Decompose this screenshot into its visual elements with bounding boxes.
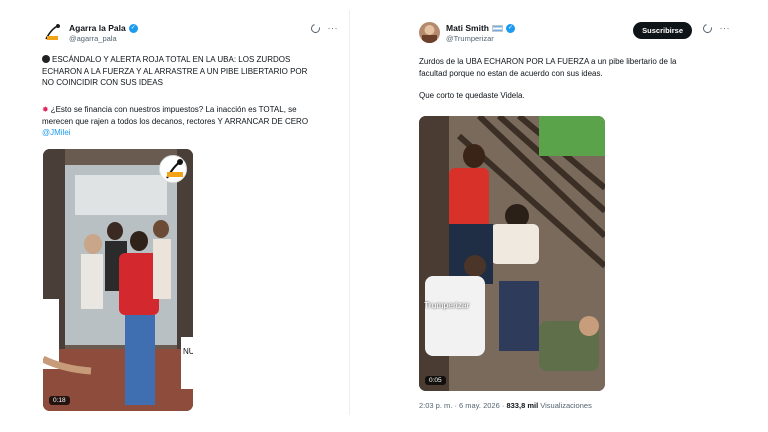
video-watermark: Trumperizar — [424, 300, 470, 310]
verified-icon: ✓ — [128, 23, 138, 33]
tweet-text: ESCÁNDALO Y ALERTA ROJA TOTAL EN LA UBA:… — [42, 54, 336, 89]
tweet-text-line: facultad porque no estan de acuerdo con … — [419, 68, 603, 78]
tweet-video[interactable]: NUL 0:18 — [43, 149, 193, 411]
verified-icon: ✓ — [505, 23, 515, 33]
tweet-text-line: ECHARON A LA FUERZA Y AL ARRASTRE A UN P… — [42, 66, 308, 76]
tweet-text-second-paragraph: ✸ ¿Esto se financia con nuestros impuesto… — [42, 104, 336, 139]
tweet-time[interactable]: 2:03 p. m. — [419, 401, 452, 410]
tweet-card-agarra-la-pala[interactable]: Agarra la Pala ✓ @agarra_pala ··· ESCÁND… — [28, 0, 348, 432]
author-name[interactable]: Mati Smith — [446, 23, 489, 33]
avatar[interactable] — [42, 22, 63, 43]
tweet-date[interactable]: 6 may. 2026 — [459, 401, 500, 410]
separator: · — [501, 401, 505, 410]
video-duration: 0:18 — [49, 396, 70, 405]
grok-icon[interactable] — [700, 22, 714, 35]
tweet-text-line: merecen que rajen a todos los decanos, r… — [42, 116, 309, 126]
author-handle[interactable]: @agarra_pala — [69, 34, 117, 43]
video-duration: 0:05 — [425, 376, 446, 385]
tweet-text-line: Que corto te quedaste Videla. — [419, 91, 525, 100]
tweet-text-line: Zurdos de la UBA ECHARON POR LA FUERZA a… — [419, 57, 677, 66]
tweet-meta: 2:03 p. m. · 6 may. 2026 · 833,8 mil Vis… — [419, 401, 592, 410]
tweet-text: Zurdos de la UBA ECHARON POR LA FUERZA a… — [419, 56, 728, 102]
video-frame — [419, 116, 605, 391]
separator: · — [454, 401, 457, 410]
author-name[interactable]: Agarra la Pala — [69, 23, 126, 33]
more-icon[interactable]: ··· — [720, 24, 731, 33]
subscribe-button[interactable]: Suscribirse — [633, 22, 692, 39]
tweet-header: Agarra la Pala ✓ @agarra_pala ··· — [42, 22, 338, 48]
tweet-text-line: NO COINCIDIR CON SUS IDEAS — [42, 78, 163, 87]
mention-link[interactable]: @JMilei — [42, 128, 71, 137]
tweet-text-line: ESCÁNDALO Y ALERTA ROJA TOTAL EN LA UBA:… — [52, 55, 291, 64]
tweet-video[interactable]: Trumperizar 0:05 — [419, 116, 605, 391]
bomb-icon — [42, 55, 50, 63]
more-icon[interactable]: ··· — [328, 24, 339, 33]
author-handle[interactable]: @Trumperizar — [446, 34, 494, 43]
view-count: 833,8 mil — [506, 401, 539, 410]
video-frame: NUL — [43, 149, 193, 411]
channel-logo — [159, 155, 187, 183]
sign-text: NUL — [183, 347, 193, 356]
collision-icon: ✸ — [42, 105, 49, 114]
argentina-flag-icon — [491, 24, 503, 32]
tweet-divider — [349, 10, 350, 415]
tweet-card-mati-smith[interactable]: Mati Smith ✓ @Trumperizar Suscribirse ··… — [405, 0, 740, 432]
avatar[interactable] — [419, 22, 440, 43]
views-label: Visualizaciones — [540, 401, 592, 410]
tweet-header: Mati Smith ✓ @Trumperizar Suscribirse ··… — [419, 22, 730, 48]
grok-icon[interactable] — [308, 22, 322, 35]
tweet-text-line: ¿Esto se financia con nuestros impuestos… — [50, 105, 297, 114]
